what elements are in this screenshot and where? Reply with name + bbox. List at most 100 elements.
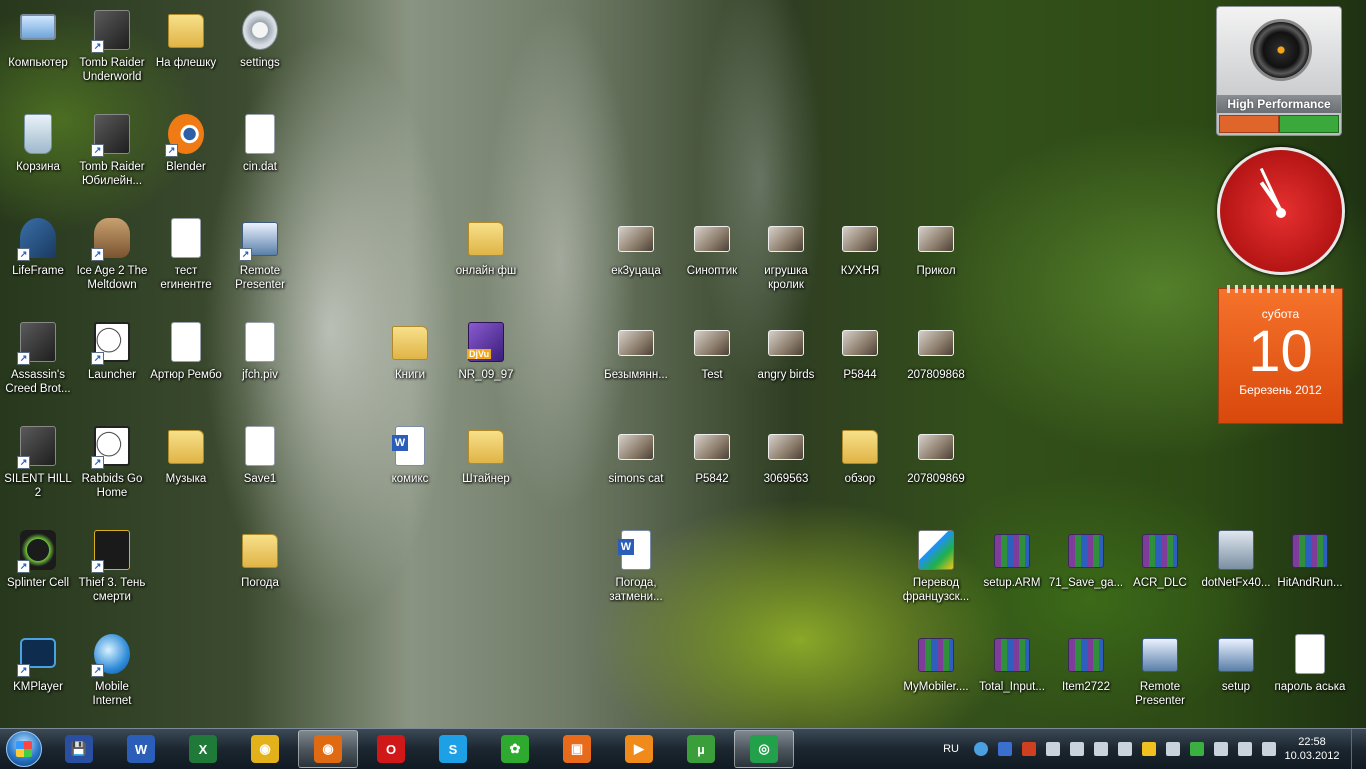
desktop-icon-p5842[interactable]: P5842: [674, 416, 750, 516]
present-icon: [1212, 630, 1260, 678]
power-saver-button[interactable]: [1219, 115, 1279, 133]
desktop-icon-kmplayer[interactable]: ↗ KMPlayer: [0, 624, 76, 724]
taskbar-button-save[interactable]: 💾: [50, 731, 108, 767]
safely-remove-icon[interactable]: [1046, 742, 1060, 756]
clock-gadget[interactable]: [1217, 147, 1345, 275]
desktop-icon-komiks[interactable]: комикс: [372, 416, 448, 516]
desktop-icon-hitandrun[interactable]: HitAndRun...: [1272, 520, 1348, 620]
desktop-icon-kuhnya[interactable]: КУХНЯ: [822, 208, 898, 308]
desktop-icon-na-fleshku[interactable]: На флешку: [148, 0, 224, 100]
desktop-icon-prikol[interactable]: Прикол: [898, 208, 974, 308]
desktop-icon-splinter-cell[interactable]: ↗ Splinter Cell: [0, 520, 76, 620]
shortcut-arrow-icon: ↗: [91, 560, 104, 573]
shield-check-icon[interactable]: [1190, 742, 1204, 756]
signal-bars-icon[interactable]: [1214, 742, 1228, 756]
taskbar-clock[interactable]: 22:58 10.03.2012: [1281, 735, 1343, 763]
desktop-icon-remote-presenter-1[interactable]: ↗ Remote Presenter: [222, 208, 298, 308]
desktop-icon-igrushka-krolik[interactable]: игрушка кролик: [748, 208, 824, 308]
desktop-icon-sinoptik[interactable]: Синоптик: [674, 208, 750, 308]
desktop-icon-onlajn-fsh[interactable]: онлайн фш: [448, 208, 524, 308]
desktop-icon-mymobiler[interactable]: MyMobiler....: [898, 624, 974, 724]
desktop-icon-assassins-creed[interactable]: ↗ Assassin's Creed Brot...: [0, 312, 76, 412]
taskbar-button-excel[interactable]: X: [174, 731, 232, 767]
taskbar-button-firefox[interactable]: ◉: [298, 730, 358, 768]
volume-mute-icon[interactable]: [1022, 742, 1036, 756]
winrar-icon: [988, 526, 1036, 574]
desktop-icon-lifeframe[interactable]: ↗ LifeFrame: [0, 208, 76, 308]
taskbar-button-utorrent[interactable]: µ: [672, 731, 730, 767]
calendar-gadget[interactable]: субота 10 Березень 2012: [1218, 285, 1343, 424]
desktop-icon-cin-dat[interactable]: cin.dat: [222, 104, 298, 204]
desktop-icon-item2722[interactable]: Item2722: [1048, 624, 1124, 724]
taskbar-button-media[interactable]: ▶: [610, 731, 668, 767]
desktop-icon-obzor[interactable]: обзор: [822, 416, 898, 516]
power-plan-icon[interactable]: [1118, 742, 1132, 756]
bluetooth-icon[interactable]: [998, 742, 1012, 756]
desktop-icon-angry-birds[interactable]: angry birds: [748, 312, 824, 412]
desktop-icon-img-3069563[interactable]: 3069563: [748, 416, 824, 516]
desktop-icon-settings[interactable]: settings: [222, 0, 298, 100]
taskbar-button-chrome[interactable]: ◉: [236, 731, 294, 767]
desktop-icon-test-erinentre[interactable]: тест erинентre: [148, 208, 224, 308]
taskbar-button-word[interactable]: W: [112, 731, 170, 767]
desktop-icon-ek3ucaca[interactable]: ек3уцаца: [598, 208, 674, 308]
desktop-icon-label: Blender: [166, 161, 206, 173]
desktop-icon-muzyka[interactable]: Музыка: [148, 416, 224, 516]
monitor-icon[interactable]: [1070, 742, 1084, 756]
desktop-icon-pogoda-zatmeni[interactable]: Погода, затмени...: [598, 520, 674, 620]
folder-shape: [842, 430, 878, 464]
desktop-icon-remote-presenter-2[interactable]: Remote Presenter: [1122, 624, 1198, 724]
desktop[interactable]: Компьютер ↗ Tomb Raider Underworld На флешк…: [0, 0, 1366, 728]
lightning-icon[interactable]: [1142, 742, 1156, 756]
desktop-icon-artur-rembo[interactable]: Артюр Рембо: [148, 312, 224, 412]
flag-icon[interactable]: [1262, 742, 1276, 756]
desktop-icon-jfch-piv[interactable]: jfch.piv: [222, 312, 298, 412]
desktop-icon-korzina[interactable]: Корзина: [0, 104, 76, 204]
network-globe-icon[interactable]: [974, 742, 988, 756]
desktop-icon-img-207809868[interactable]: 207809868: [898, 312, 974, 412]
desktop-icon-bezymyann[interactable]: Безымянн...: [598, 312, 674, 412]
desktop-icon-setup-arm[interactable]: setup.ARM: [974, 520, 1050, 620]
desktop-icon-knigi[interactable]: Книги: [372, 312, 448, 412]
desktop-icon-save-ga[interactable]: 71_Save_ga...: [1048, 520, 1124, 620]
desktop-icon-setup[interactable]: setup: [1198, 624, 1274, 724]
start-button[interactable]: [0, 729, 48, 769]
taskbar-button-acdsee[interactable]: ▣: [548, 731, 606, 767]
taskbar-button-skype[interactable]: S: [424, 731, 482, 767]
desktop-icon-thief-3[interactable]: ↗ Thief 3. Тень смерти: [74, 520, 150, 620]
desktop-icon-nr-09-97[interactable]: NR_09_97: [448, 312, 524, 412]
desktop-icon-simons-cat[interactable]: simons cat: [598, 416, 674, 516]
taskbar-button-opera[interactable]: O: [362, 731, 420, 767]
desktop-icon-blender[interactable]: ↗ Blender: [148, 104, 224, 204]
desktop-icon-shtajner[interactable]: Штайнер: [448, 416, 524, 516]
desktop-icon-total-input[interactable]: Total_Input...: [974, 624, 1050, 724]
folder-icon: [162, 6, 210, 54]
speaker-icon[interactable]: [1238, 742, 1252, 756]
desktop-icon-mobile-internet[interactable]: ↗ Mobile Internet: [74, 624, 150, 724]
desktop-icon-tomb-raider-jubilee[interactable]: ↗ Tomb Raider Юбилейн...: [74, 104, 150, 204]
desktop-icon-save1[interactable]: Save1: [222, 416, 298, 516]
show-desktop-button[interactable]: [1351, 729, 1366, 769]
desktop-icon-computer[interactable]: Компьютер: [0, 0, 76, 100]
battery-button[interactable]: [1279, 115, 1339, 133]
desktop-icon-img-207809869[interactable]: 207809869: [898, 416, 974, 516]
taskbar-button-icq[interactable]: ✿: [486, 731, 544, 767]
desktop-icon-silent-hill-2[interactable]: ↗ SILENT HILL 2: [0, 416, 76, 516]
desktop-icon-dotnetfx40[interactable]: dotNetFx40...: [1198, 520, 1274, 620]
desktop-icon-test[interactable]: Test: [674, 312, 750, 412]
usb-icon[interactable]: [1166, 742, 1180, 756]
desktop-icon-ice-age-2[interactable]: ↗ Ice Age 2 The Meltdown: [74, 208, 150, 308]
desktop-icon-tomb-raider-underworld[interactable]: ↗ Tomb Raider Underworld: [74, 0, 150, 100]
desktop-icon-launcher[interactable]: ↗ Launcher: [74, 312, 150, 412]
desktop-icon-p5844[interactable]: P5844: [822, 312, 898, 412]
desktop-icon-rabbids-go-home[interactable]: ↗ Rabbids Go Home: [74, 416, 150, 516]
desktop-icon-label: MyMobiler....: [903, 681, 969, 693]
taskbar-button-green[interactable]: ◎: [734, 730, 794, 768]
desktop-icon-pogoda[interactable]: Погода: [222, 520, 298, 620]
gpu-icon[interactable]: [1094, 742, 1108, 756]
desktop-icon-acr-dlc[interactable]: ACR_DLC: [1122, 520, 1198, 620]
language-indicator[interactable]: RU: [943, 743, 959, 755]
performance-gadget[interactable]: High Performance: [1216, 6, 1342, 136]
desktop-icon-perevod[interactable]: Перевод французск...: [898, 520, 974, 620]
desktop-icon-parol-aska[interactable]: пароль аська: [1272, 624, 1348, 724]
